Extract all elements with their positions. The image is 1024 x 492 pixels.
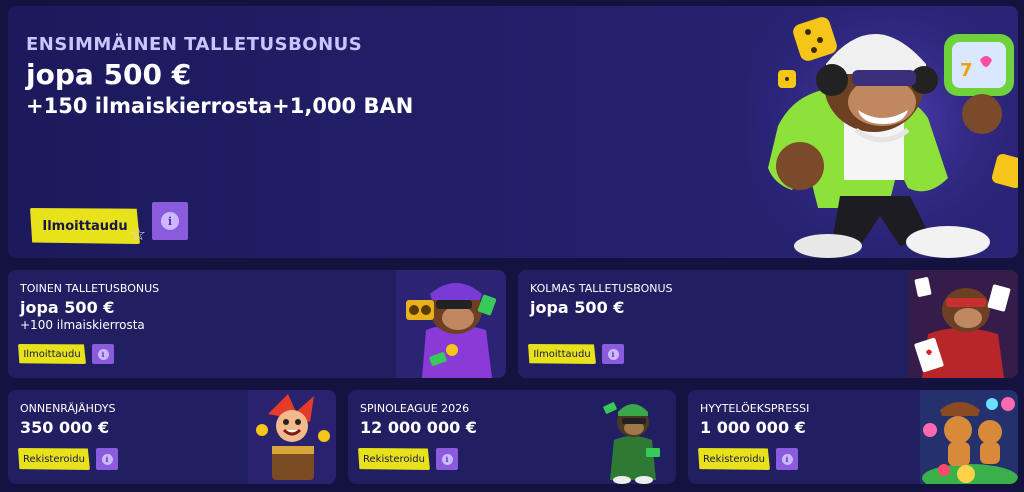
signup-button[interactable]: Ilmoittaudu — [18, 344, 86, 364]
promo-amount: 12 000 000 € — [360, 418, 477, 437]
promo-amount: 1 000 000 € — [700, 418, 806, 437]
hero-eyebrow: ENSIMMÄINEN TALLETUSBONUS — [26, 34, 363, 55]
promo-amount: 350 000 € — [20, 418, 110, 437]
promo-extra: +100 ilmaiskierrosta — [20, 318, 145, 332]
register-button[interactable]: Rekisteroidu — [698, 448, 770, 470]
signup-button[interactable]: Ilmoittaudu — [528, 344, 596, 364]
hero-banner: ENSIMMÄINEN TALLETUSBONUS jopa 500 € +15… — [8, 6, 1018, 258]
hero-info-button[interactable]: i — [152, 202, 188, 240]
gorilla-illustration: 7 — [748, 6, 1018, 258]
promo-label: SPINOLEAGUE 2026 — [360, 402, 470, 415]
svg-text:7: 7 — [960, 60, 973, 81]
promotions-page: ENSIMMÄINEN TALLETUSBONUS jopa 500 € +15… — [0, 0, 1024, 492]
info-icon: i — [97, 348, 109, 360]
hero-headline: jopa 500 € — [26, 58, 192, 91]
promo-label: ONNENRÄJÄHDYS — [20, 402, 116, 415]
info-button[interactable]: i — [436, 448, 458, 470]
promo-label: TOINEN TALLETUSBONUS — [20, 282, 160, 295]
register-button[interactable]: Rekisteroidu — [358, 448, 430, 470]
info-button[interactable]: i — [602, 344, 624, 364]
promo-card-second-deposit: TOINEN TALLETUSBONUS jopa 500 € +100 ilm… — [8, 270, 506, 378]
promo-label: HYYTELÖEKSPRESSI — [700, 402, 810, 415]
promo-amount: jopa 500 € — [20, 298, 115, 317]
info-button[interactable]: i — [96, 448, 118, 470]
gorilla-boombox-illustration — [396, 270, 506, 378]
gorilla-cards-illustration — [908, 270, 1018, 378]
gingerbread-candy-illustration — [920, 390, 1018, 484]
info-icon: i — [781, 453, 793, 465]
info-button[interactable]: i — [92, 344, 114, 364]
promo-card-hyyteloekspressi: HYYTELÖEKSPRESSI 1 000 000 € Rekisteroid… — [688, 390, 1018, 484]
hero-signup-button[interactable]: Ilmoittaudu — [30, 208, 140, 244]
promo-card-onnenrajahdys: ONNENRÄJÄHDYS 350 000 € Rekisteroidu i — [8, 390, 336, 484]
info-icon: i — [101, 453, 113, 465]
monkey-cash-illustration — [603, 402, 660, 484]
star-icon: ☆ — [130, 224, 147, 245]
info-icon: i — [161, 212, 179, 230]
hero-subheadline: +150 ilmaiskierrosta+1,000 BAN — [26, 94, 414, 118]
info-icon: i — [607, 348, 619, 360]
register-button[interactable]: Rekisteroidu — [18, 448, 90, 470]
info-icon: i — [441, 453, 453, 465]
promo-card-third-deposit: KOLMAS TALLETUSBONUS jopa 500 € Ilmoitta… — [518, 270, 1018, 378]
promo-card-spinoleague: SPINOLEAGUE 2026 12 000 000 € Rekisteroi… — [348, 390, 676, 484]
jester-illustration — [248, 390, 336, 484]
promo-amount: jopa 500 € — [530, 298, 625, 317]
info-button[interactable]: i — [776, 448, 798, 470]
promo-label: KOLMAS TALLETUSBONUS — [530, 282, 673, 295]
